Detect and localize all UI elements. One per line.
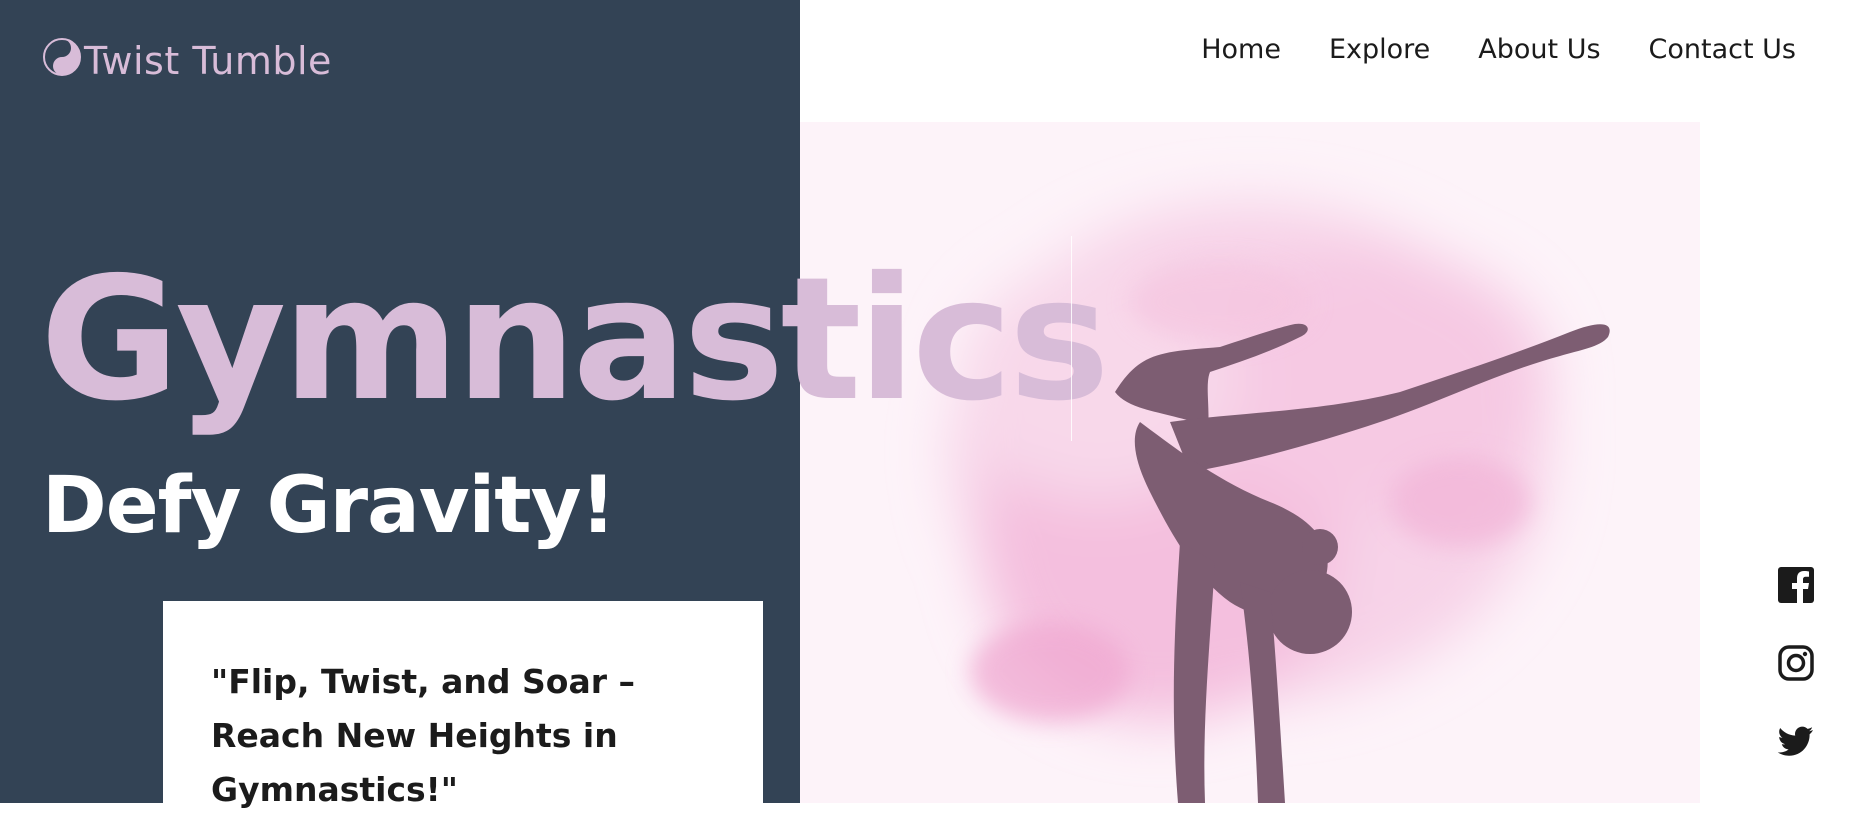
hero-headline: Gymnastics <box>40 241 1110 439</box>
quote-card: "Flip, Twist, and Soar – Reach New Heigh… <box>163 601 763 809</box>
facebook-icon[interactable] <box>1777 566 1815 604</box>
social-links <box>1772 566 1820 760</box>
instagram-icon[interactable] <box>1777 644 1815 682</box>
nav-about-us[interactable]: About Us <box>1478 28 1600 72</box>
brand-logo[interactable]: Twist Tumble <box>42 36 332 86</box>
hero-image <box>800 122 1700 803</box>
nav-contact-us[interactable]: Contact Us <box>1649 28 1796 72</box>
main-nav: Home Explore About Us Contact Us <box>1201 28 1796 72</box>
nav-explore[interactable]: Explore <box>1329 28 1430 72</box>
twitter-icon[interactable] <box>1777 722 1815 760</box>
quote-text: "Flip, Twist, and Soar – Reach New Heigh… <box>211 662 635 809</box>
yin-yang-icon <box>42 37 82 86</box>
nav-home[interactable]: Home <box>1201 28 1281 72</box>
brand-name: Twist Tumble <box>84 39 332 83</box>
hero-subheadline: Defy Gravity! <box>42 461 616 551</box>
gymnast-illustration <box>950 202 1610 803</box>
text-cursor <box>1071 236 1072 441</box>
